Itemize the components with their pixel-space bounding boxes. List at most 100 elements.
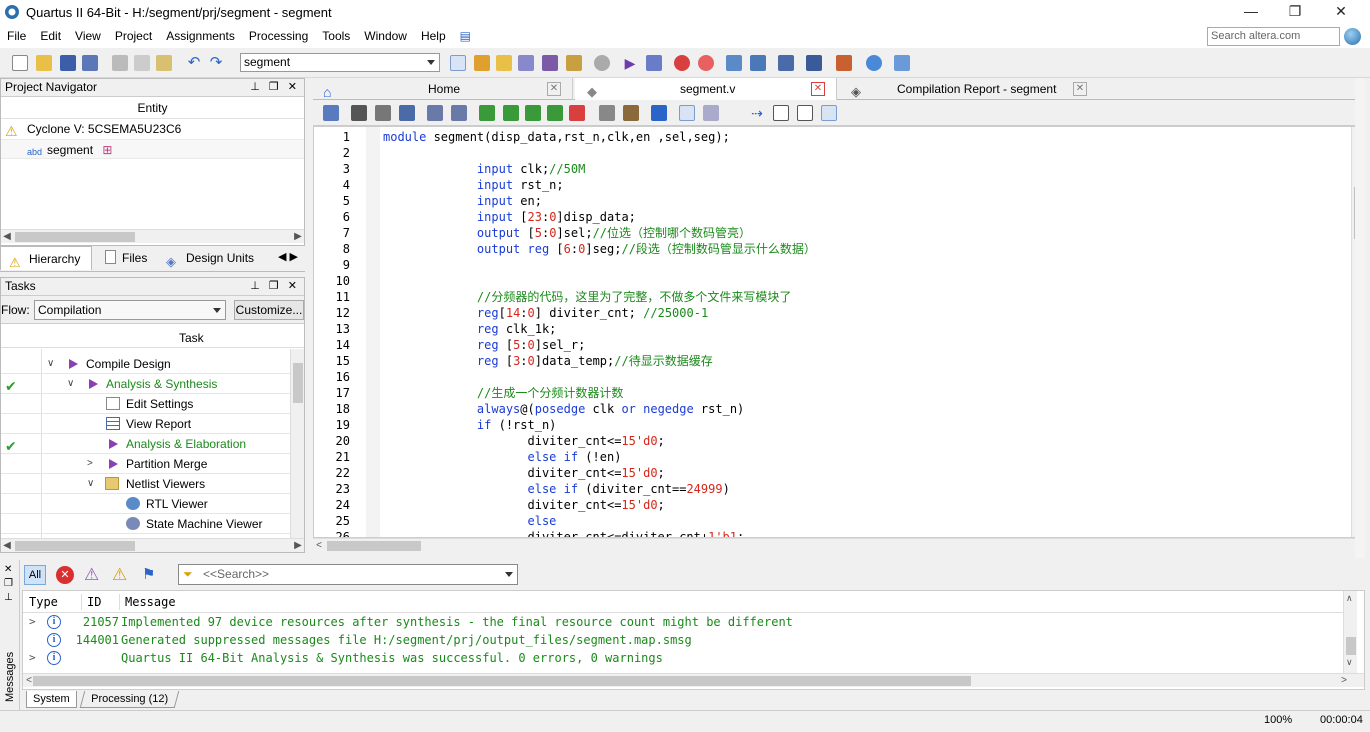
chevron-down-icon[interactable]: ∨ <box>87 474 94 494</box>
logic-lock-icon[interactable] <box>566 55 582 71</box>
code-line[interactable]: 25 else <box>314 513 1344 529</box>
tab-design-units[interactable]: ◈ Design Units <box>158 246 262 270</box>
timequest-icon[interactable] <box>698 55 714 71</box>
search-input[interactable]: Search altera.com <box>1207 27 1340 46</box>
find-icon[interactable] <box>351 105 367 121</box>
messages-hscroll[interactable]: < > <box>23 673 1364 687</box>
bookmark-icon[interactable] <box>479 105 495 121</box>
device-row[interactable]: ⚠ Cyclone V: 5CSEMA5U23C6 <box>1 119 304 139</box>
code-line[interactable]: 9 <box>314 257 1344 273</box>
menu-file[interactable]: File <box>0 29 33 43</box>
message-row[interactable]: i 144001 Generated suppressed messages fil… <box>23 631 1343 649</box>
redo-icon[interactable]: ↷ <box>208 55 224 71</box>
task-row-netlist-viewers[interactable]: ∨ Netlist Viewers <box>1 474 291 494</box>
expand-arrow-icon[interactable]: > <box>29 649 36 667</box>
code-line[interactable]: 14 reg [5:0]sel_r; <box>314 337 1344 353</box>
editor-hscroll[interactable]: <> <box>313 538 1365 553</box>
filter-critical-warning-icon[interactable]: ⚠ <box>84 566 104 584</box>
chevron-down-icon[interactable]: ∨ <box>47 354 54 374</box>
indent-icon[interactable] <box>427 105 443 121</box>
code-line[interactable]: 13 reg clk_1k; <box>314 321 1344 337</box>
message-row[interactable]: > i 21057 Implemented 97 device resources a… <box>23 613 1343 631</box>
code-editor[interactable]: 1 module segment(disp_data,rst_n,clk,en ,… <box>313 126 1365 538</box>
code-line[interactable]: 18 always@(posedge clk or negedge rst_n) <box>314 401 1344 417</box>
attach-icon[interactable] <box>599 105 615 121</box>
clear-bookmarks-icon[interactable] <box>547 105 563 121</box>
analysis-synthesis-icon[interactable] <box>646 55 662 71</box>
tab-files[interactable]: Files <box>94 246 156 270</box>
close-tab-icon[interactable]: ✕ <box>547 82 561 96</box>
minimize-button[interactable]: — <box>1228 0 1274 24</box>
start-compilation-icon[interactable]: ▶ <box>622 55 638 71</box>
help-chat-icon[interactable]: ▤ <box>453 29 478 43</box>
code-line[interactable]: 2 <box>314 145 1344 161</box>
task-row-rtl-viewer[interactable]: RTL Viewer <box>1 494 291 514</box>
arrow-right-icon[interactable]: ⇢ <box>749 105 765 121</box>
menu-view[interactable]: View <box>68 29 108 43</box>
code-line[interactable]: 20 diviter_cnt<=15'd0; <box>314 433 1344 449</box>
task-row-view-report[interactable]: View Report <box>1 414 291 434</box>
task-row-edit-settings[interactable]: Edit Settings <box>1 394 291 414</box>
new-file-icon[interactable] <box>12 55 28 71</box>
tab-processing[interactable]: Processing (12) <box>79 691 180 708</box>
code-line[interactable]: 22 diviter_cnt<=15'd0; <box>314 465 1344 481</box>
undo-icon[interactable]: ↶ <box>186 55 202 71</box>
close-window-button[interactable]: ✕ <box>1318 0 1364 24</box>
chip-view-icon[interactable] <box>778 55 794 71</box>
find-replace-icon[interactable] <box>375 105 391 121</box>
help-icon[interactable] <box>866 55 882 71</box>
design-partitions-icon[interactable] <box>542 55 558 71</box>
code-line[interactable]: 1 module segment(disp_data,rst_n,clk,en ,… <box>314 129 1344 145</box>
tab-segment-v[interactable]: ◆ segment.v ✕ <box>575 78 837 100</box>
task-row-analysis-elaboration[interactable]: ✔ Analysis & Elaboration <box>1 434 291 454</box>
maximize-button[interactable]: ❐ <box>1272 0 1318 24</box>
chevron-down-icon[interactable]: ∨ <box>67 374 74 394</box>
pin-panel-icon[interactable]: ⊥ <box>4 592 13 603</box>
assignment-editor-icon[interactable] <box>496 55 512 71</box>
code-line[interactable]: 15 reg [3:0]data_temp;//待显示数据缓存 <box>314 353 1344 369</box>
goto-line-icon[interactable] <box>399 105 415 121</box>
chevron-right-icon[interactable]: > <box>87 454 93 474</box>
tab-compilation-report[interactable]: ◈ Compilation Report - segment ✕ <box>839 78 1099 100</box>
code-line[interactable]: 5 input en; <box>314 193 1344 209</box>
programmer-icon[interactable] <box>836 55 852 71</box>
filter-info-icon[interactable]: ⚑ <box>142 566 162 584</box>
menu-window[interactable]: Window <box>357 29 414 43</box>
globe-icon[interactable] <box>1344 28 1361 45</box>
prev-bookmark-icon[interactable] <box>525 105 541 121</box>
code-line[interactable]: 19 if (!rst_n) <box>314 417 1344 433</box>
split-view-icon[interactable] <box>773 105 789 121</box>
delete-bookmark-icon[interactable] <box>569 105 585 121</box>
chevron-down-icon[interactable] <box>505 572 513 577</box>
message-row[interactable]: > i Quartus II 64-Bit Analysis & Synthesis… <box>23 649 1343 667</box>
menu-tools[interactable]: Tools <box>315 29 357 43</box>
check-syntax-icon[interactable] <box>651 105 667 121</box>
close-tab-icon[interactable]: ✕ <box>811 82 825 96</box>
code-line[interactable]: 23 else if (diviter_cnt==24999) <box>314 481 1344 497</box>
code-line[interactable]: 8 output reg [6:0]seg;//段选（控制数码管显示什么数据） <box>314 241 1344 257</box>
timing-analyzer-icon[interactable] <box>674 55 690 71</box>
task-row-partition-merge[interactable]: > Partition Merge <box>1 454 291 474</box>
tab-icon[interactable] <box>323 105 339 121</box>
pin-planner-icon[interactable] <box>474 55 490 71</box>
code-line[interactable]: 26 diviter_cnt<=diviter_cnt+1'b1; <box>314 529 1344 537</box>
tab-system[interactable]: System <box>26 691 77 708</box>
save-all-icon[interactable] <box>82 55 98 71</box>
filter-warning-icon[interactable]: ⚠ <box>112 566 132 584</box>
chat-icon[interactable] <box>894 55 910 71</box>
code-line[interactable]: 4 input rst_n; <box>314 177 1344 193</box>
panel-controls[interactable]: ⊥ ❐ ✕ <box>250 278 300 295</box>
tasks-hscroll[interactable]: ◀ ▶ <box>1 538 304 552</box>
menu-edit[interactable]: Edit <box>33 29 68 43</box>
message-search-input[interactable]: ⏷ <<Search>> <box>178 564 518 585</box>
tasks-vscroll[interactable] <box>290 349 304 539</box>
task-row-state-machine-viewer[interactable]: State Machine Viewer <box>1 514 291 534</box>
line-numbers-icon[interactable] <box>679 105 695 121</box>
copy-icon[interactable] <box>134 55 150 71</box>
code-line[interactable]: 12 reg[14:0] diviter_cnt; //25000-1 <box>314 305 1344 321</box>
code-line[interactable]: 24 diviter_cnt<=15'd0; <box>314 497 1344 513</box>
unindent-icon[interactable] <box>451 105 467 121</box>
project-selector[interactable]: segment <box>240 53 440 72</box>
code-line[interactable]: 6 input [23:0]disp_data; <box>314 209 1344 225</box>
tab-home[interactable]: ⌂ Home ✕ <box>313 78 573 100</box>
